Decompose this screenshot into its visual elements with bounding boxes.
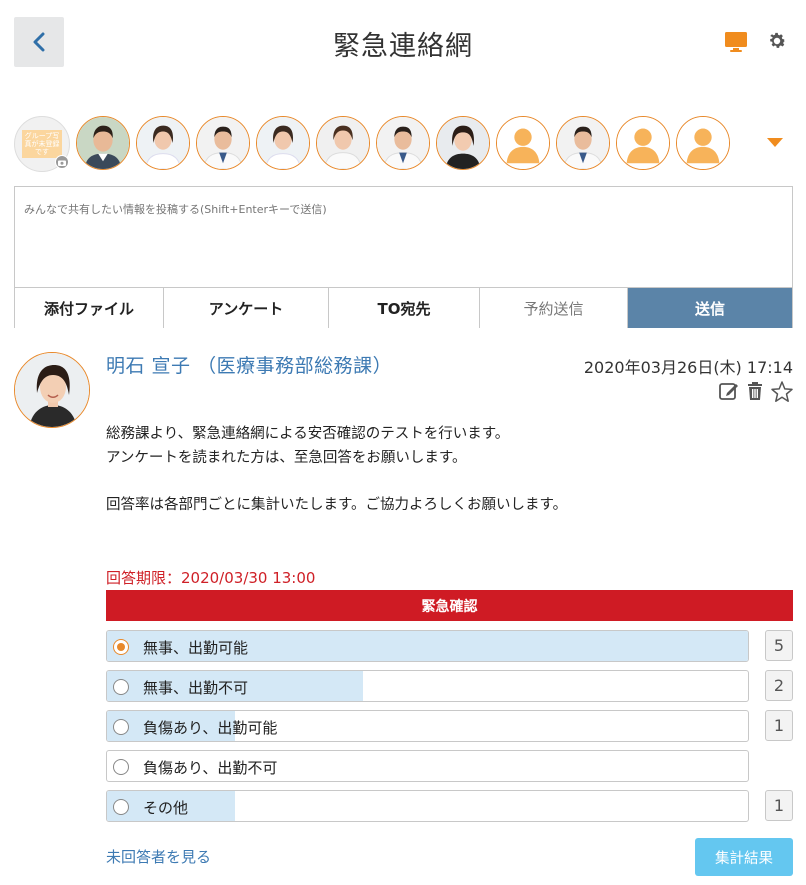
member-avatar[interactable] (616, 116, 670, 170)
member-avatar[interactable] (556, 116, 610, 170)
post-body-line (106, 470, 567, 494)
survey-option-label: 無事、出勤可能 (143, 639, 249, 657)
gear-icon[interactable] (766, 30, 788, 52)
survey-option-radio[interactable] (113, 639, 129, 655)
trash-icon[interactable] (744, 380, 766, 402)
member-avatar[interactable] (136, 116, 190, 170)
survey-option-label: 負傷あり、出勤可能 (143, 719, 278, 737)
survey-option-radio[interactable] (113, 719, 129, 735)
post-body-line: 総務課より、緊急連絡網による安否確認のテストを行います。 (106, 426, 510, 442)
survey-option-label: その他 (143, 799, 189, 817)
survey-option-radio[interactable] (113, 679, 129, 695)
survey-option[interactable]: 負傷あり、出勤可能 (106, 710, 749, 742)
member-avatars: グループ写真が未登録です (14, 116, 730, 172)
monitor-icon[interactable] (724, 31, 748, 53)
member-avatar[interactable] (676, 116, 730, 170)
attach-file-button[interactable]: 添付ファイル (15, 288, 164, 328)
survey-option-count[interactable]: 5 (765, 630, 793, 661)
survey-option-count[interactable]: 1 (765, 790, 793, 821)
author-avatar[interactable] (14, 352, 90, 428)
survey-option[interactable]: 負傷あり、出勤不可 (106, 750, 749, 782)
group-photo-avatar[interactable]: グループ写真が未登録です (14, 116, 70, 172)
post-author[interactable]: 明石 宣子 （医療事務部総務課） (106, 351, 392, 378)
send-button[interactable]: 送信 (628, 288, 792, 328)
member-list (76, 116, 730, 172)
survey-option[interactable]: 無事、出勤不可 (106, 670, 749, 702)
member-avatar[interactable] (316, 116, 370, 170)
post-actions (718, 380, 793, 402)
survey-title: 緊急確認 (106, 590, 793, 621)
survey-deadline: 回答期限：2020/03/30 13:00 (106, 569, 316, 587)
results-button[interactable]: 集計結果 (695, 838, 793, 876)
survey-option-count[interactable]: 1 (765, 710, 793, 741)
post-body-line: 回答率は各部門ごとに集計いたします。ご協力よろしくお願いします。 (106, 496, 568, 513)
survey-option-radio[interactable] (113, 759, 129, 775)
member-avatar[interactable] (376, 116, 430, 170)
view-unanswered-link[interactable]: 未回答者を見る (106, 846, 211, 867)
to-recipient-button[interactable]: TO宛先 (329, 288, 480, 328)
member-avatar[interactable] (256, 116, 310, 170)
group-photo-note: グループ写真が未登録です (22, 130, 62, 158)
survey-option-radio[interactable] (113, 799, 129, 815)
star-icon[interactable] (770, 380, 793, 402)
schedule-send-button[interactable]: 予約送信 (480, 288, 628, 328)
page-title: 緊急連絡網 (333, 31, 473, 62)
survey-option-count[interactable]: 2 (765, 670, 793, 701)
edit-icon[interactable] (718, 380, 740, 402)
post-body-line: アンケートを読まれた方は、至急回答をお願いします。 (106, 449, 467, 466)
post-body: 総務課より、緊急連絡網による安否確認のテストを行います。 アンケートを読まれた方… (106, 423, 567, 517)
survey-option[interactable]: 無事、出勤可能 (106, 630, 749, 662)
member-avatar[interactable] (436, 116, 490, 170)
member-avatar[interactable] (196, 116, 250, 170)
camera-icon[interactable] (55, 155, 69, 169)
member-avatar[interactable] (496, 116, 550, 170)
survey-button[interactable]: アンケート (164, 288, 329, 328)
post-input[interactable] (15, 187, 792, 287)
survey-option-label: 負傷あり、出勤不可 (143, 759, 278, 777)
expand-members-icon[interactable] (767, 138, 783, 147)
compose-toolbar: 添付ファイル アンケート TO宛先 予約送信 送信 (15, 287, 792, 328)
survey-option-label: 無事、出勤不可 (143, 679, 249, 697)
member-avatar[interactable] (76, 116, 130, 170)
post-date: 2020年03月26日(木) 17:14 (583, 358, 793, 377)
compose-box: 添付ファイル アンケート TO宛先 予約送信 送信 (14, 186, 793, 328)
survey-option[interactable]: その他 (106, 790, 749, 822)
